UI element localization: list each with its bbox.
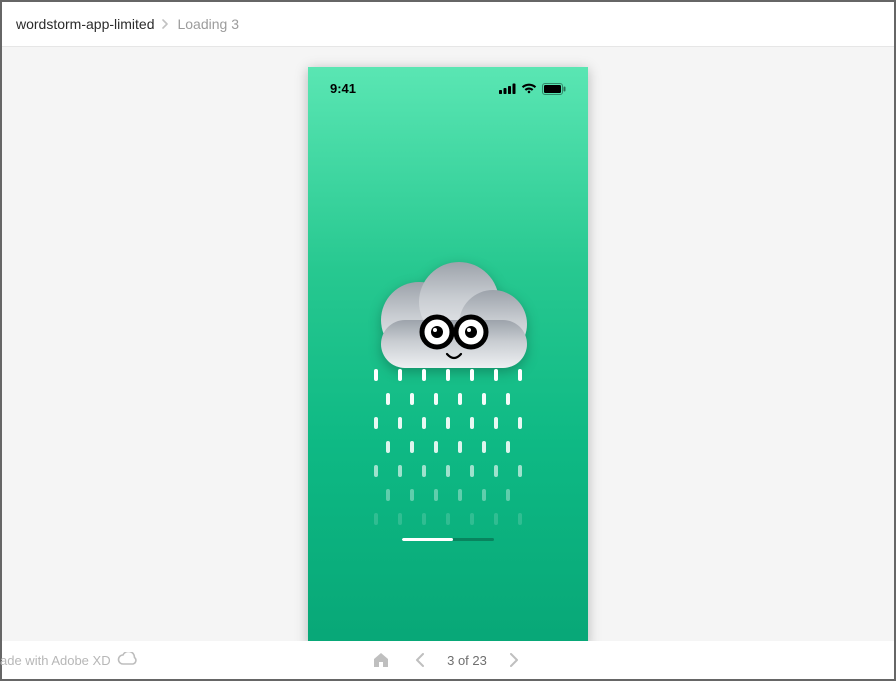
rain-drops [374,369,522,525]
creative-cloud-icon [117,652,137,669]
breadcrumb: wordstorm-app-limited Loading 3 [2,2,894,47]
battery-icon [542,83,566,95]
status-icons [499,83,566,95]
made-with-xd-watermark: ade with Adobe XD [0,652,137,669]
breadcrumb-artboard: Loading 3 [177,16,239,32]
next-button[interactable] [505,650,525,670]
app-frame: wordstorm-app-limited Loading 3 9:41 [0,0,896,681]
cellular-icon [499,83,516,94]
breadcrumb-project[interactable]: wordstorm-app-limited [16,16,154,32]
bottom-toolbar: ade with Adobe XD 3 of 23 [2,641,894,679]
home-button[interactable] [371,650,391,670]
wifi-icon [521,83,537,94]
watermark-text: ade with Adobe XD [0,653,111,668]
canvas[interactable]: 9:41 [2,47,894,641]
page-indicator: 3 of 23 [447,653,487,668]
phone-statusbar: 9:41 [308,81,588,96]
status-time: 9:41 [330,81,356,96]
prev-button[interactable] [409,650,429,670]
cloud-mascot [361,262,535,374]
loading-progress [402,538,494,541]
artboard-phone: 9:41 [308,67,588,641]
loading-progress-fill [402,538,453,541]
chevron-right-icon [162,17,169,32]
